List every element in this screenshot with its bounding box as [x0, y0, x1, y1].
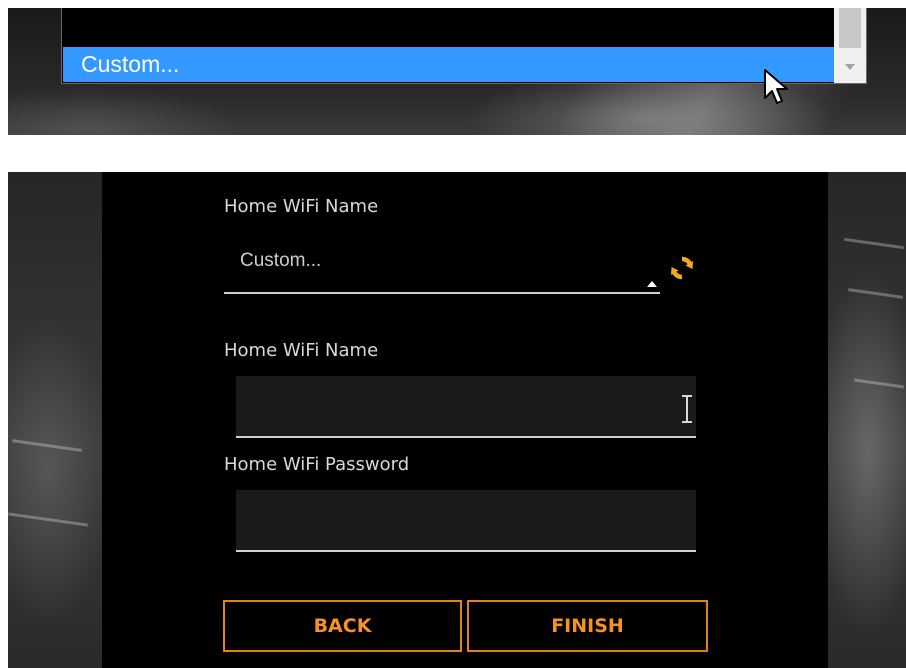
background-streak: [854, 378, 904, 389]
wifi-name-label: Home WiFi Name: [224, 340, 379, 361]
refresh-icon[interactable]: [670, 256, 694, 280]
wifi-password-label: Home WiFi Password: [224, 454, 410, 475]
wifi-setup-form: Home WiFi Name Custom... Home WiFi Name …: [102, 172, 828, 668]
wifi-form-screenshot-panel: Home WiFi Name Custom... Home WiFi Name …: [8, 172, 906, 668]
finish-button[interactable]: FINISH: [467, 600, 708, 652]
wifi-name-select[interactable]: Custom...: [224, 236, 660, 294]
background-streak: [8, 512, 88, 527]
background-streak: [557, 78, 906, 135]
dropdown-option-custom[interactable]: Custom...: [63, 47, 834, 82]
wifi-select-value: Custom...: [240, 250, 322, 271]
dropdown-scrollbar[interactable]: [834, 8, 866, 83]
background-streak: [12, 439, 82, 452]
caret-up-icon: [647, 281, 657, 287]
mouse-pointer-icon: [764, 69, 788, 104]
back-button[interactable]: BACK: [223, 600, 462, 652]
scroll-down-arrow-icon: [845, 64, 855, 70]
text-cursor-icon: [682, 395, 692, 423]
dropdown-screenshot-panel: Custom...: [8, 8, 906, 135]
wifi-password-input[interactable]: [236, 490, 696, 552]
scroll-down-button[interactable]: [834, 51, 866, 83]
wifi-select-label: Home WiFi Name: [224, 196, 379, 217]
background-streak: [848, 288, 903, 299]
wifi-name-input[interactable]: [236, 376, 696, 438]
background-streak: [844, 237, 904, 250]
wifi-dropdown-list[interactable]: Custom...: [61, 8, 867, 84]
scrollbar-thumb[interactable]: [839, 8, 861, 48]
